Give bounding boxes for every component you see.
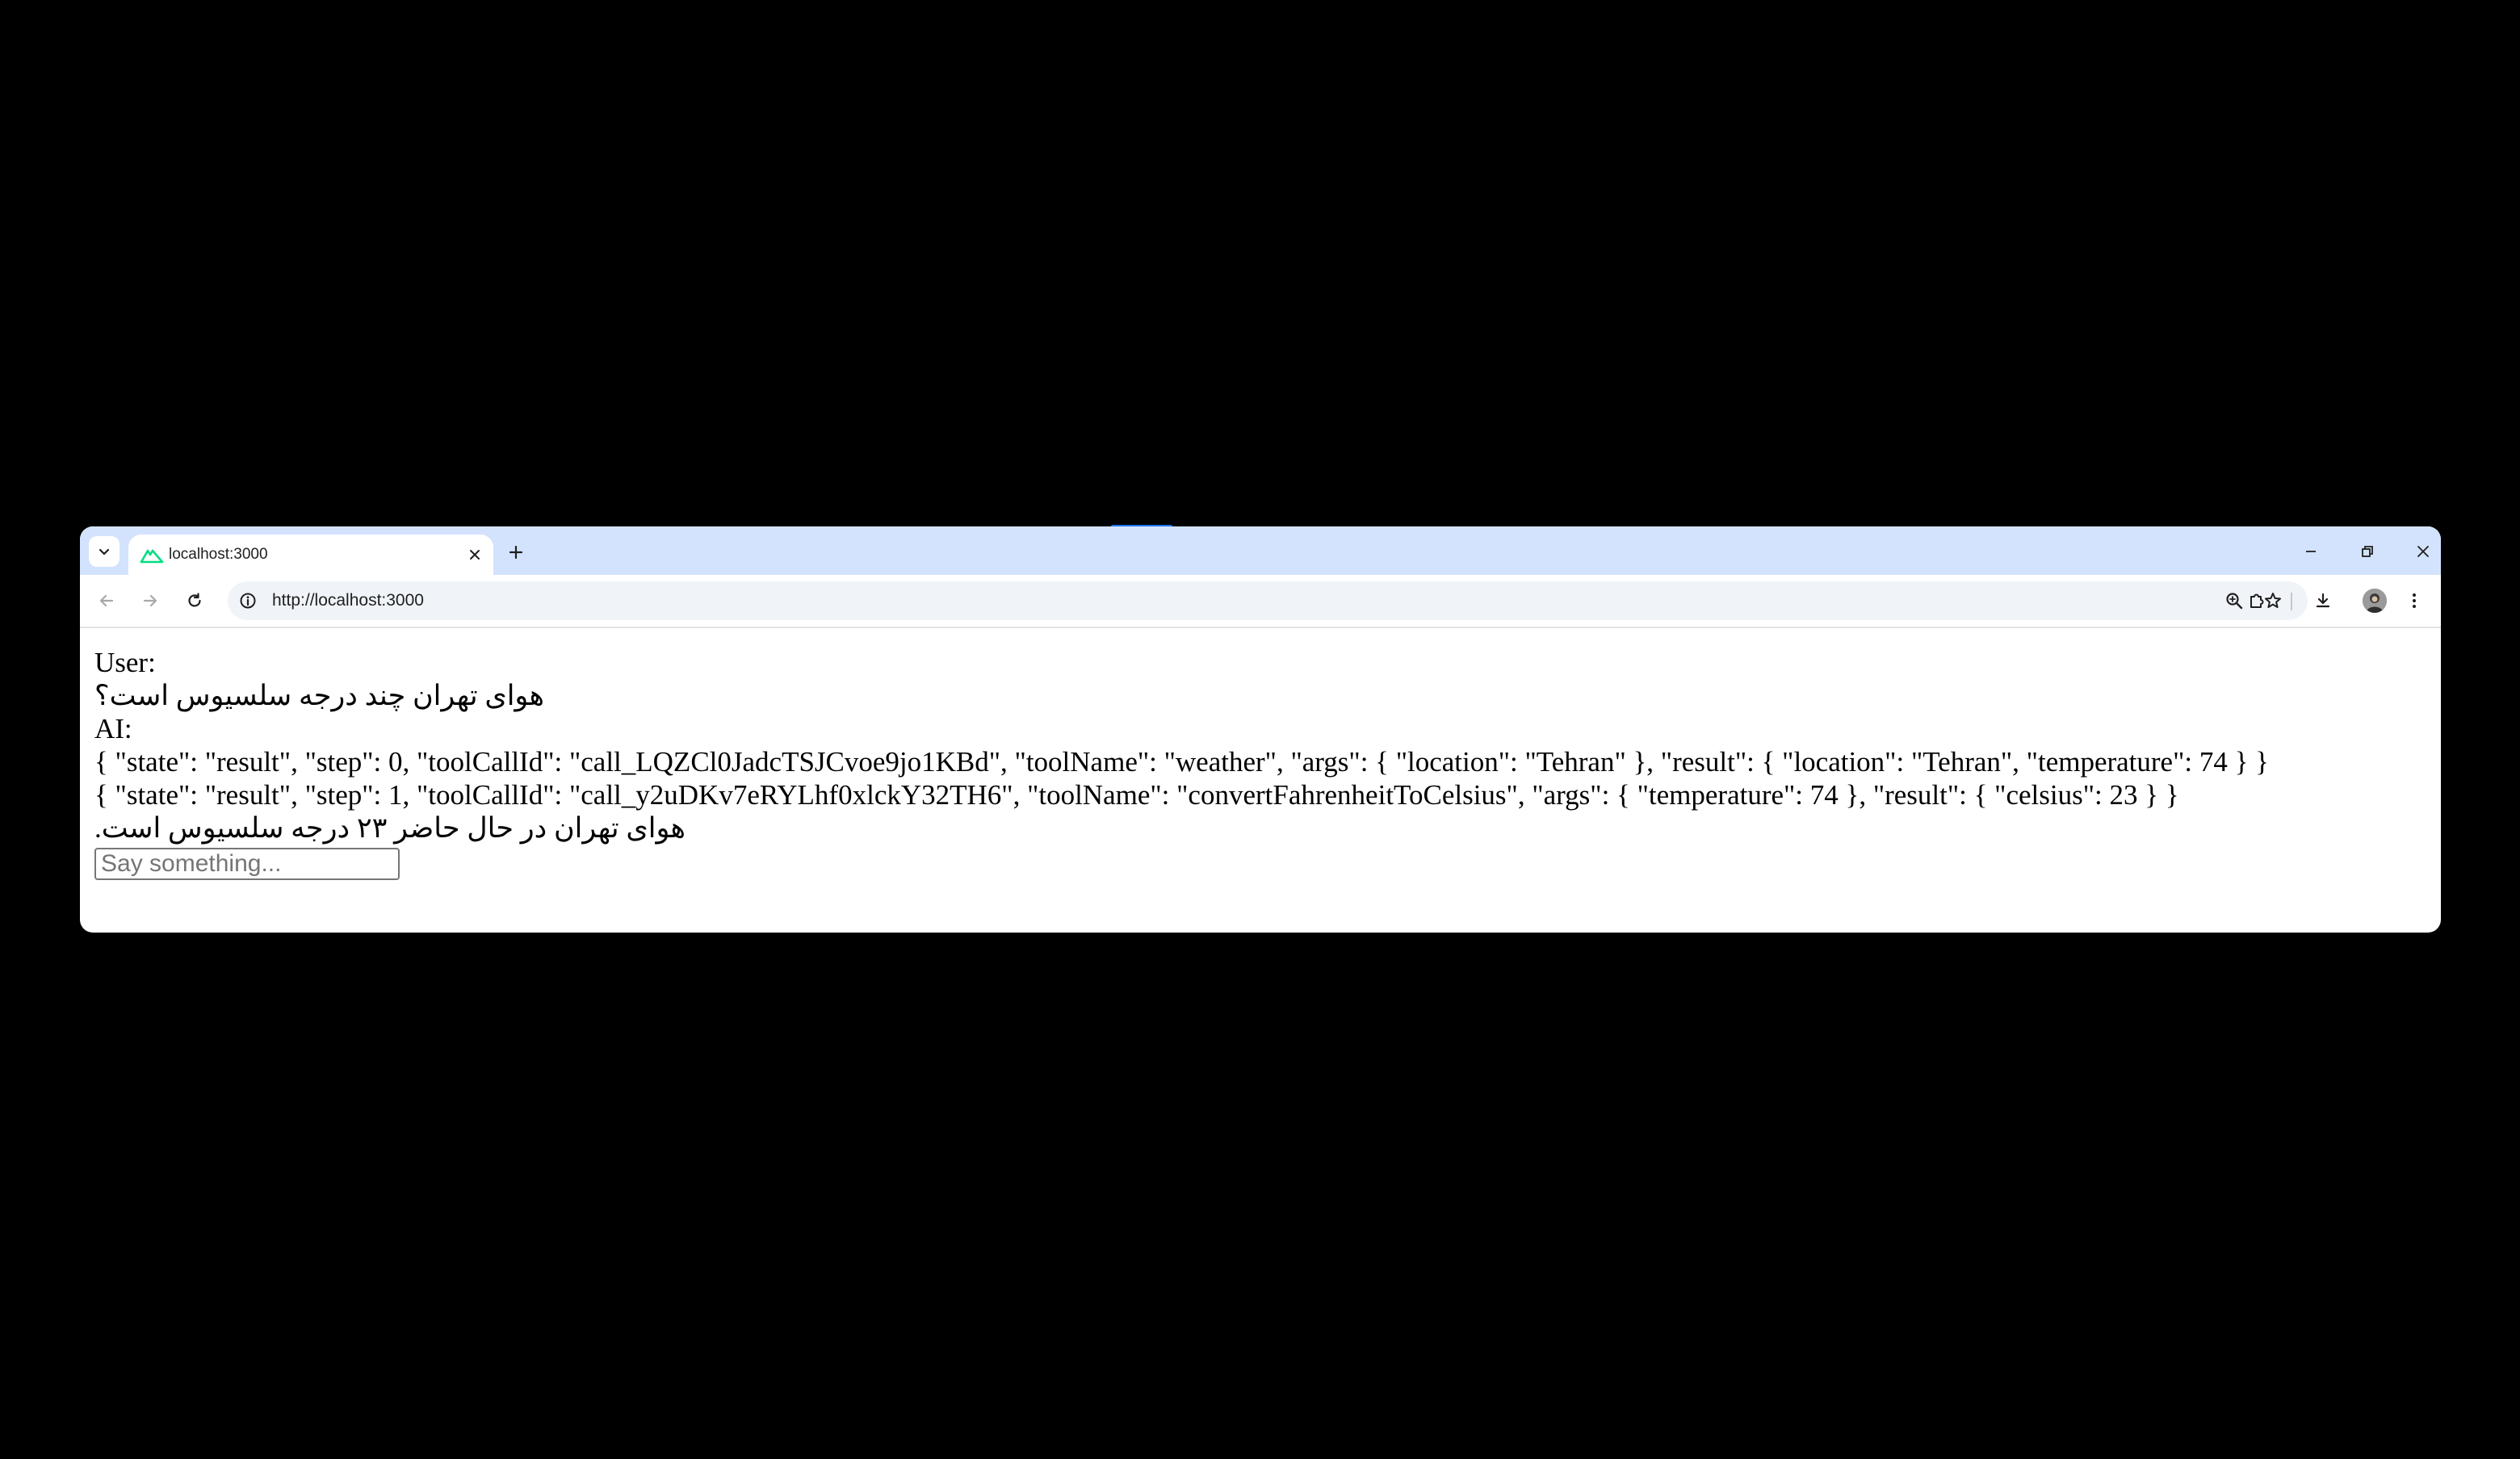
browser-window: localhost:3000 http://localhost:3000 Use…	[80, 526, 2441, 933]
tool-invocation-line: { "state": "result", "step": 0, "toolCal…	[94, 746, 2269, 778]
ai-message-text: هوای تهران در حال حاضر ۲۳ درجه سلسیوس اس…	[94, 812, 686, 844]
restore-icon	[2360, 544, 2375, 559]
address-bar[interactable]: http://localhost:3000	[228, 581, 2308, 620]
user-message: User: هوای تهران چند درجه سلسیوس است؟	[94, 646, 2428, 712]
tab-search-button[interactable]	[89, 536, 120, 567]
browser-toolbar: http://localhost:3000	[80, 575, 2441, 628]
puzzle-icon	[2247, 591, 2266, 610]
reload-button[interactable]	[180, 586, 209, 615]
arrow-right-icon	[141, 592, 159, 610]
more-vert-icon	[2405, 591, 2424, 610]
close-window-button[interactable]	[2409, 537, 2438, 566]
restore-button[interactable]	[2353, 537, 2382, 566]
extensions-button[interactable]	[2242, 586, 2271, 615]
chevron-down-icon	[98, 545, 111, 558]
new-tab-button[interactable]	[504, 540, 528, 564]
ai-message: AI: { "state": "result", "step": 0, "too…	[94, 712, 2428, 845]
downloads-button[interactable]	[2308, 586, 2338, 615]
minimize-icon	[2304, 544, 2318, 559]
tab-close-button[interactable]	[464, 544, 485, 565]
reload-icon	[186, 592, 203, 610]
role-label-ai: AI:	[94, 713, 132, 744]
page-content: User: هوای تهران چند درجه سلسیوس است؟ AI…	[94, 646, 2428, 880]
tool-invocation-line: { "state": "result", "step": 1, "toolCal…	[94, 779, 2179, 811]
arrow-left-icon	[98, 592, 115, 610]
tab-strip: localhost:3000	[80, 526, 2441, 575]
plus-icon	[508, 544, 524, 560]
nuxt-icon	[140, 545, 164, 564]
url-text[interactable]: http://localhost:3000	[272, 591, 424, 610]
browser-tab[interactable]: localhost:3000	[128, 535, 493, 575]
menu-button[interactable]	[2400, 586, 2429, 615]
tab-title: localhost:3000	[169, 546, 268, 563]
forward-button[interactable]	[136, 586, 165, 615]
download-icon	[2313, 591, 2333, 610]
close-icon	[468, 548, 481, 561]
close-icon	[2416, 544, 2430, 559]
minimize-button[interactable]	[2296, 537, 2325, 566]
chat-input[interactable]	[94, 848, 400, 880]
toolbar-divider	[2291, 593, 2292, 610]
back-button[interactable]	[92, 586, 121, 615]
role-label-user: User:	[94, 647, 156, 678]
profile-avatar[interactable]	[2363, 589, 2387, 613]
user-message-text: هوای تهران چند درجه سلسیوس است؟	[94, 680, 544, 711]
info-icon[interactable]	[237, 590, 258, 611]
